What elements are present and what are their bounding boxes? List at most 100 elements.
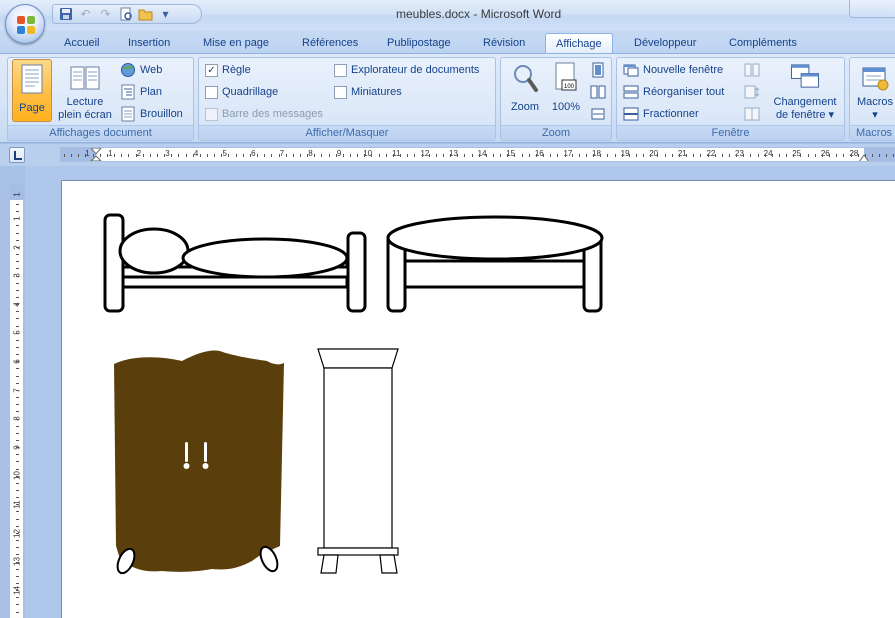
tab-references[interactable]: Références: [292, 33, 368, 53]
sync-scroll-icon: [744, 85, 760, 99]
ruler-tick: [400, 154, 402, 157]
arrange-all-button[interactable]: Réorganiser tout: [623, 83, 724, 101]
ruler-checkbox-label: Règle: [222, 64, 251, 76]
wardrobe-drawing[interactable]: [114, 350, 284, 575]
ruler-tick: [271, 154, 273, 157]
macros-button[interactable]: Macros ▾: [852, 60, 895, 122]
new-window-label: Nouvelle fenêtre: [643, 64, 724, 76]
vertical-ruler[interactable]: 11234567891011121314: [9, 184, 24, 618]
save-icon[interactable]: [57, 6, 74, 22]
page-view-label: Page: [19, 102, 45, 114]
ruler-tick: [357, 154, 359, 157]
ruler-tick: [16, 232, 19, 234]
undo-icon[interactable]: ↶: [77, 6, 94, 22]
ruler-tick: [64, 154, 65, 157]
ruler-number: 8: [308, 149, 313, 158]
ruler-tick: [16, 425, 19, 427]
one-page-button[interactable]: [590, 61, 606, 79]
ruler-tick: [335, 154, 337, 157]
office-button[interactable]: [5, 4, 45, 44]
magnifier-icon: [514, 65, 538, 92]
zoom-button[interactable]: Zoom: [505, 60, 545, 120]
ruler-tick: [371, 154, 373, 157]
tab-accueil[interactable]: Accueil: [54, 33, 109, 53]
ruler-tick: [16, 368, 19, 370]
switch-windows-button[interactable]: Changement de fenêtre ▾: [767, 60, 843, 122]
grid-checkbox[interactable]: Quadrillage: [205, 83, 278, 101]
tab-developpeur[interactable]: Développeur: [624, 33, 706, 53]
zoom-100-button[interactable]: 100 100%: [547, 60, 585, 120]
ruler-number: 4: [193, 149, 199, 158]
tab-complements[interactable]: Compléments: [719, 33, 807, 53]
ruler-tick: [464, 154, 466, 157]
split-button[interactable]: Fractionner: [623, 105, 699, 123]
ruler-tick: [207, 154, 208, 157]
tab-revision[interactable]: Révision: [473, 33, 535, 53]
ruler-tick: [678, 154, 680, 157]
page-width-icon: [591, 108, 605, 120]
ruler-tick: [214, 154, 216, 157]
print-preview-icon[interactable]: [117, 6, 134, 22]
ruler-number: 3: [165, 149, 170, 158]
thumbnails-checkbox[interactable]: Miniatures: [334, 83, 402, 101]
grid-checkbox-label: Quadrillage: [222, 86, 279, 98]
ruler-tick: [879, 154, 881, 157]
split-label: Fractionner: [643, 108, 699, 120]
ruler-tick: [16, 382, 19, 384]
draft-view-button[interactable]: Brouillon: [120, 105, 183, 123]
cabinet-drawing[interactable]: [317, 348, 399, 574]
ruler-tick: [16, 225, 19, 227]
customize-qat-icon[interactable]: ▾: [157, 6, 174, 22]
sync-scroll-button: [744, 83, 760, 101]
ruler-tick: [814, 154, 816, 157]
ruler-tick: [16, 354, 19, 356]
tab-publipostage[interactable]: Publipostage: [377, 33, 461, 53]
new-window-button[interactable]: Nouvelle fenêtre: [623, 61, 723, 79]
window-controls[interactable]: [849, 0, 895, 18]
document-page[interactable]: [61, 180, 895, 618]
document-map-checkbox[interactable]: Explorateur de documents: [334, 61, 479, 79]
switch-windows-icon: [790, 64, 820, 88]
bed-drawing[interactable]: [103, 213, 367, 313]
zoom-100-label: 100%: [551, 101, 581, 113]
tab-selector-icon[interactable]: [9, 147, 25, 163]
ruler-tick: [342, 154, 344, 157]
ruler-tick: [16, 218, 19, 220]
tab-mise-en-page[interactable]: Mise en page: [193, 33, 279, 53]
ruler-tick: [893, 154, 895, 157]
plan-view-button[interactable]: Plan: [120, 83, 162, 101]
ruler-tick: [16, 504, 19, 506]
draft-view-label: Brouillon: [140, 108, 183, 120]
ruler-checkbox[interactable]: ✓ Règle: [205, 61, 251, 79]
ruler-tick: [185, 154, 187, 157]
horizontal-ruler[interactable]: 1 1 2 3 4 5 6 7 8 9 10 11 12 13 14 15 16 17 18 19 20 21 22 23 24…: [60, 147, 895, 162]
page-width-button[interactable]: [590, 105, 606, 123]
ruler-tick: [857, 154, 859, 157]
web-view-button[interactable]: Web: [120, 61, 162, 79]
page-view-icon: [21, 64, 43, 94]
full-screen-reading-button[interactable]: Lecture plein écran: [55, 60, 115, 123]
message-bar-check-icon: [205, 107, 218, 121]
ruler-tick: [16, 304, 19, 306]
lecture-label-1: Lecture: [66, 96, 104, 108]
ruler-tick: [657, 154, 659, 157]
ruler-tick: [16, 411, 19, 413]
tab-affichage[interactable]: Affichage: [545, 33, 613, 54]
open-folder-icon[interactable]: [137, 6, 154, 22]
two-pages-button[interactable]: [590, 83, 606, 101]
redo-icon[interactable]: ↷: [97, 6, 114, 22]
ruler-tick: [750, 154, 752, 157]
ruler-tick: [242, 154, 244, 157]
ruler-tick: [16, 582, 19, 584]
tab-insertion[interactable]: Insertion: [118, 33, 180, 53]
ruler-tick: [164, 154, 166, 157]
ruler-tick: [721, 154, 723, 157]
ruler-tick: [16, 404, 19, 406]
document-map-check-icon: [334, 63, 347, 77]
switch-windows-label-1: Changement: [773, 96, 837, 108]
page-view-button[interactable]: Page: [12, 59, 52, 122]
ruler-tick: [457, 154, 459, 157]
ruler-tick: [621, 154, 623, 157]
table-drawing[interactable]: [386, 215, 604, 313]
ruler-tick: [693, 154, 695, 157]
